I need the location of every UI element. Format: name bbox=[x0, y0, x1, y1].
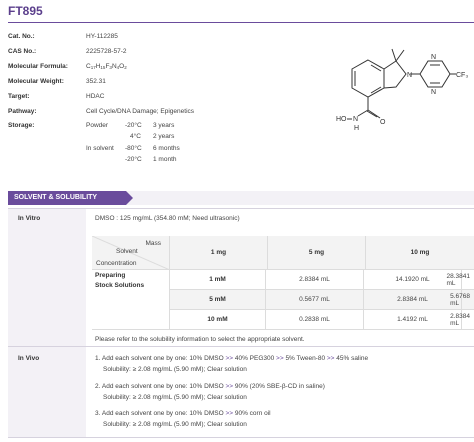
prop-value: 352.31 bbox=[86, 78, 106, 85]
row-group-label: Preparing bbox=[95, 272, 126, 279]
prop-label: Molecular Weight: bbox=[8, 78, 64, 85]
divider bbox=[8, 437, 474, 438]
prop-label: Molecular Formula: bbox=[8, 63, 68, 70]
protocol-solubility: Solubility: ≥ 2.08 mg/mL (5.90 mM); Clea… bbox=[103, 421, 247, 428]
in-vitro-label-column bbox=[8, 208, 86, 346]
storage-duration: 2 years bbox=[153, 133, 175, 140]
cf3-label: CF₃ bbox=[456, 72, 468, 79]
row-group-cell bbox=[92, 270, 170, 330]
amide-h-label: H bbox=[354, 125, 359, 132]
in-vitro-solubility: DMSO : 125 mg/mL (354.80 mM; Need ultras… bbox=[95, 215, 240, 222]
storage-temp: 4°C bbox=[130, 133, 141, 140]
ring-n-label: N bbox=[407, 72, 412, 79]
section-title-tab: SOLVENT & SOLUBILITY bbox=[8, 191, 133, 205]
prop-value: HY-112285 bbox=[86, 33, 118, 40]
table-cell: 2.8384 mL bbox=[266, 270, 364, 290]
in-vivo-label: In Vivo bbox=[18, 355, 40, 362]
storage-temp: -80°C bbox=[125, 145, 142, 152]
pyrimidine-n-label: N bbox=[431, 54, 436, 61]
storage-form: Powder bbox=[86, 122, 109, 129]
table-column-header: 10 mg bbox=[366, 236, 474, 270]
table-column-header: 5 mg bbox=[268, 236, 366, 270]
storage-duration: 3 years bbox=[153, 122, 175, 129]
table-cell: 2.8384 mL bbox=[450, 310, 474, 330]
storage-duration: 6 months bbox=[153, 145, 180, 152]
corner-solvent-label: Solvent bbox=[116, 248, 138, 255]
protocol-solubility: Solubility: ≥ 2.08 mg/mL (5.90 mM); Clea… bbox=[103, 394, 247, 401]
storage-form: In solvent bbox=[86, 145, 114, 152]
pyrrolidine-ring bbox=[383, 60, 407, 89]
table-cell: 28.3841 mL bbox=[447, 270, 474, 290]
protocol-line: 3. Add each solvent one by one: 10% DMSO… bbox=[95, 410, 271, 417]
oxygen-label: O bbox=[380, 119, 386, 126]
storage-temp: -20°C bbox=[125, 156, 142, 163]
row-concentration: 5 mM bbox=[170, 290, 266, 310]
in-vitro-label: In Vitro bbox=[18, 215, 41, 222]
table-cell: 5.6768 mL bbox=[450, 290, 474, 310]
table-cell: 1.4192 mL bbox=[364, 310, 462, 330]
prop-label: Pathway: bbox=[8, 108, 37, 115]
pyrimidine-n-label: N bbox=[431, 89, 436, 96]
prop-value: Cell Cycle/DNA Damage; Epigenetics bbox=[86, 108, 195, 115]
title-divider bbox=[8, 22, 474, 23]
product-title: FT895 bbox=[8, 4, 43, 18]
benzene-ring bbox=[351, 59, 385, 98]
table-cell: 0.2838 mL bbox=[266, 310, 364, 330]
prop-label: Target: bbox=[8, 93, 30, 100]
corner-mass-label: Mass bbox=[145, 240, 161, 247]
corner-concentration-label: Concentration bbox=[96, 260, 137, 267]
solvent-note: Please refer to the solubility informati… bbox=[95, 336, 305, 343]
row-concentration: 1 mM bbox=[170, 270, 266, 290]
storage-duration: 1 month bbox=[153, 156, 177, 163]
prop-label: Cat. No.: bbox=[8, 33, 35, 40]
prop-label: Storage: bbox=[8, 122, 35, 129]
row-concentration: 10 mM bbox=[170, 310, 266, 330]
divider bbox=[8, 208, 474, 209]
hydroxyl-label: HO bbox=[336, 116, 347, 123]
table-cell: 2.8384 mL bbox=[364, 290, 462, 310]
prop-value: HDAC bbox=[86, 93, 105, 100]
protocol-solubility: Solubility: ≥ 2.08 mg/mL (5.90 mM); Clea… bbox=[103, 366, 247, 373]
amide-n-label: N bbox=[353, 116, 358, 123]
prop-value: 2225728-57-2 bbox=[86, 48, 127, 55]
table-corner-cell: Mass Solvent Concentration bbox=[92, 236, 170, 270]
storage-temp: -20°C bbox=[125, 122, 142, 129]
chemical-structure-diagram: N N N CF₃ O N H HO bbox=[336, 48, 468, 132]
table-column-header: 1 mg bbox=[170, 236, 268, 270]
protocol-line: 1. Add each solvent one by one: 10% DMSO… bbox=[95, 355, 369, 362]
formula-value: C17H15F3N4O2 bbox=[86, 63, 127, 70]
prop-label: CAS No.: bbox=[8, 48, 37, 55]
protocol-line: 2. Add each solvent one by one: 10% DMSO… bbox=[95, 383, 325, 390]
row-group-label: Stock Solutions bbox=[95, 282, 145, 289]
table-cell: 0.5677 mL bbox=[266, 290, 364, 310]
